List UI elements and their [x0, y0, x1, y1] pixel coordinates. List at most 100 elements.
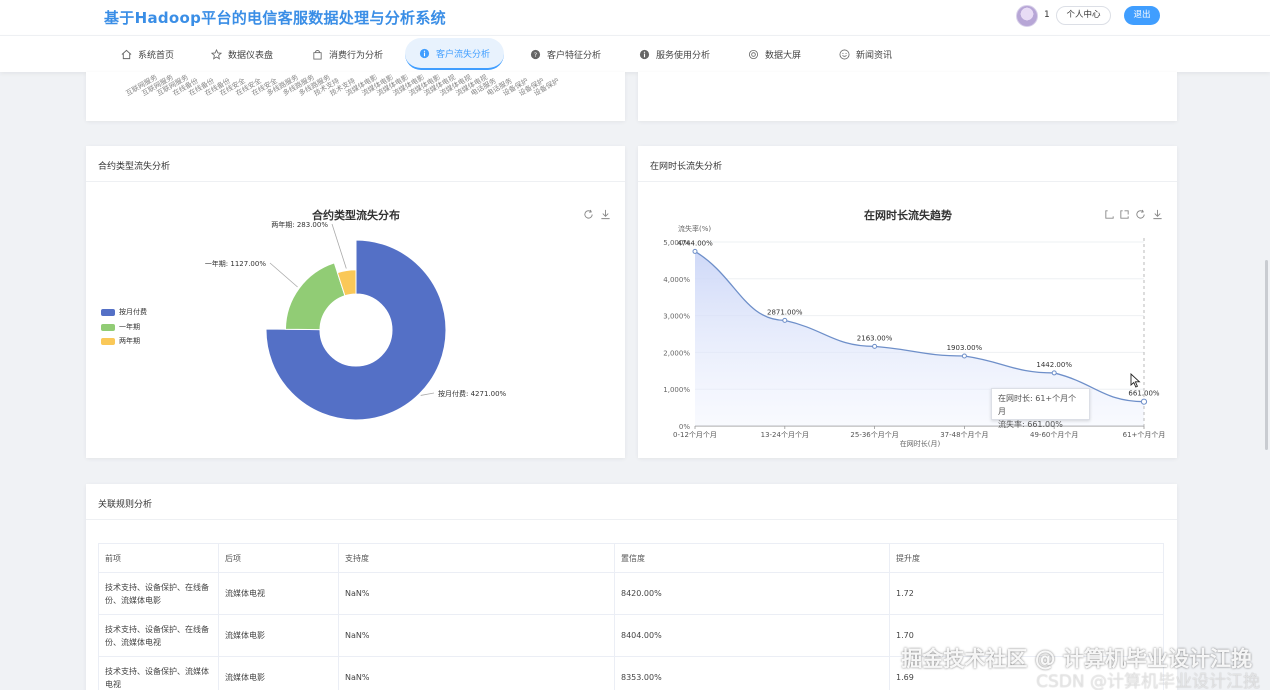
x-tick-label: 61+个月个月: [1123, 431, 1166, 439]
cursor-icon: [1130, 373, 1141, 388]
table-cell: 8353.00%: [614, 656, 890, 690]
data-label: 1442.00%: [1036, 361, 1072, 369]
nav-label: 数据大屏: [765, 51, 802, 61]
card-title: 关联规则分析: [98, 500, 153, 510]
table-cell: 技术支持、设备保护、在线备份、流媒体电影: [98, 572, 219, 615]
app-title: 基于Hadoop平台的电信客服数据处理与分析系统: [104, 9, 446, 27]
pie-label-line: [420, 392, 435, 396]
x-tick-label: 13-24个月个月: [761, 431, 809, 439]
scrollbar-thumb[interactable]: [1265, 260, 1268, 450]
watermark-sub: CSDN @计算机毕业设计江挽: [1036, 672, 1260, 690]
tenure-churn-card: 在网时长流失分析 在网时长流失趋势 0% 1,000% 2,000% 3,000% 4,…: [638, 146, 1177, 458]
data-label: 661.00%: [1128, 390, 1159, 398]
y-tick-label: 4,000%: [663, 276, 690, 284]
service-churn-card: 互联网服务 互联网服务 互联网服务 在线备份 在线备份 在线备份 在线安全 在线安全 在线安全多…: [86, 72, 625, 121]
question-icon: ?: [530, 49, 541, 60]
nav-label: 服务使用分析: [656, 51, 711, 61]
x-tick-label: 25-36个月个月: [850, 431, 898, 439]
column-header[interactable]: 支持度: [338, 543, 615, 573]
x-tick-label: 49-60个月个月: [1030, 431, 1078, 439]
table-row: 技术支持、设备保护、在线备份、流媒体电影 流媒体电视 NaN% 8420.00%…: [98, 572, 1164, 615]
card-divider: [638, 181, 1177, 182]
nav-item-service[interactable]: 服务使用分析: [639, 36, 710, 73]
table-cell: NaN%: [338, 572, 615, 615]
table-cell: 技术支持、设备保护、在线备份、流媒体电视: [98, 614, 219, 657]
y-axis-label: 流失率(%): [678, 224, 711, 233]
table-cell: NaN%: [338, 614, 615, 657]
pie-slice: [265, 239, 447, 421]
chart-tooltip: 在网时长: 61+个月个月 流失率: 661.00%: [991, 388, 1090, 429]
card-divider: [86, 519, 1177, 520]
data-point: [1051, 370, 1057, 376]
data-point: [872, 343, 878, 349]
column-header[interactable]: 前项: [98, 543, 219, 573]
nav-label: 数据仪表盘: [228, 51, 274, 61]
pie-label-line: [269, 262, 298, 288]
nav-item-bigscreen[interactable]: 数据大屏: [748, 36, 801, 73]
nav-label: 消费行为分析: [329, 51, 384, 61]
pie-label-line: [331, 223, 347, 269]
data-point: [961, 353, 967, 359]
info-icon: [419, 48, 430, 59]
logout-button[interactable]: 退出: [1124, 6, 1160, 25]
x-tick-label: 37-48个月个月: [940, 431, 988, 439]
user-id: 1: [1044, 10, 1050, 20]
table-cell: NaN%: [338, 656, 615, 690]
contract-churn-card: 合约类型流失分析 合约类型流失分布 按月付费 一年期 两年期 按月付费: 427…: [86, 146, 625, 458]
pie-label: 两年期: 283.00%: [271, 220, 328, 229]
nav-label: 客户特征分析: [547, 51, 602, 61]
table-cell: 流媒体电视: [218, 572, 339, 615]
y-tick-label: 1,000%: [663, 386, 690, 394]
column-header[interactable]: 后项: [218, 543, 339, 573]
data-label: 2871.00%: [767, 308, 803, 316]
pie-label: 按月付费: 4271.00%: [438, 389, 507, 398]
main-nav: 系统首页 数据仪表盘 消费行为分析 客户流失分析 ? 客户特征分析 服务使用分析: [0, 35, 1270, 72]
x-axis-label: 在网时长(月): [900, 439, 941, 448]
pie-label: 一年期: 1127.00%: [205, 259, 267, 268]
pie-chart: 按月付费: 4271.00% 一年期: 1127.00% 两年期: 283.00%: [205, 220, 507, 421]
avatar[interactable]: [1016, 5, 1038, 27]
profile-button[interactable]: 个人中心: [1056, 6, 1111, 25]
nav-item-churn[interactable]: 客户流失分析: [405, 38, 505, 70]
column-header[interactable]: 提升度: [889, 543, 1164, 573]
y-tick-label: 3,000%: [663, 313, 690, 321]
nav-item-features[interactable]: ? 客户特征分析: [530, 36, 601, 73]
table-cell: 技术支持、设备保护、流媒体电视: [98, 656, 219, 690]
nav-item-home[interactable]: 系统首页: [121, 36, 174, 73]
feature-card: [638, 72, 1177, 121]
data-point: [782, 317, 788, 323]
nav-label: 系统首页: [138, 51, 175, 61]
data-label: 4744.00%: [677, 239, 713, 247]
tooltip-line: 流失率: 661.00%: [998, 420, 1063, 429]
table-cell: 8420.00%: [614, 572, 890, 615]
data-label: 1903.00%: [947, 344, 983, 352]
table-cell: 流媒体电影: [218, 656, 339, 690]
data-point: [692, 248, 698, 254]
smile-icon: [839, 49, 850, 60]
nav-item-news[interactable]: 新闻资讯: [839, 36, 892, 73]
card-title: 合约类型流失分析: [98, 162, 171, 172]
top-header: 基于Hadoop平台的电信客服数据处理与分析系统 1 个人中心 退出: [0, 0, 1270, 35]
table-cell: 8404.00%: [614, 614, 890, 657]
table-cell: 流媒体电影: [218, 614, 339, 657]
table-header-row: 前项 后项 支持度 置信度 提升度: [98, 543, 1164, 573]
y-tick-label: 2,000%: [663, 349, 690, 357]
pie-slice: [284, 262, 346, 331]
tooltip-line: 在网时长: 61+个月个月: [998, 394, 1077, 416]
settings-icon: [748, 49, 759, 60]
svg-text:?: ?: [534, 51, 537, 59]
column-header[interactable]: 置信度: [614, 543, 890, 573]
home-icon: [121, 49, 132, 60]
line-chart: 0%1,000%2,000%3,000%4,000%5,000%流失率(%)47…: [663, 224, 1166, 448]
bag-icon: [312, 49, 323, 60]
nav-item-dashboard[interactable]: 数据仪表盘: [211, 36, 273, 73]
data-label: 2163.00%: [857, 334, 893, 342]
card-divider: [86, 181, 625, 182]
table-cell: 1.72: [889, 572, 1164, 615]
nav-label: 新闻资讯: [856, 51, 893, 61]
star-icon: [211, 49, 222, 60]
data-point: [1140, 398, 1148, 405]
x-tick-label: 0-12个月个月: [673, 431, 717, 439]
nav-label: 客户流失分析: [436, 49, 491, 60]
nav-item-consumption[interactable]: 消费行为分析: [312, 36, 383, 73]
